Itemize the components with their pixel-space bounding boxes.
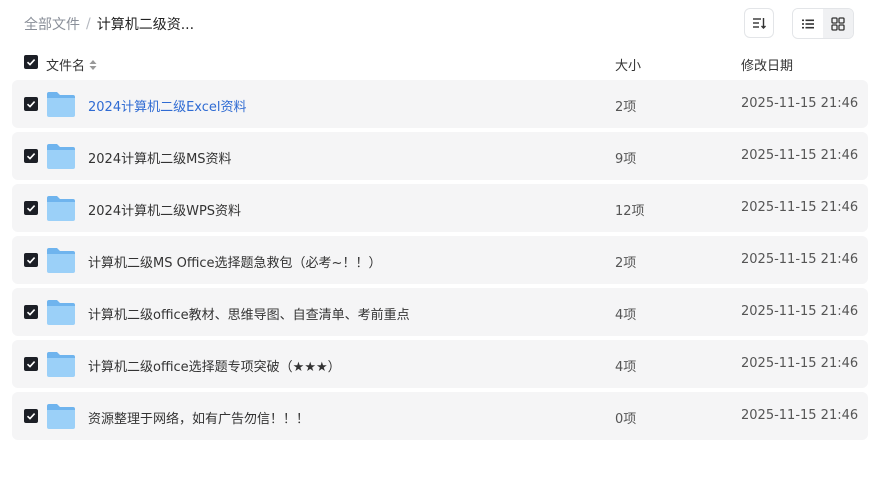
check-icon	[26, 205, 36, 212]
file-date: 2025-11-15 21:46	[741, 408, 859, 423]
breadcrumb-current: 计算机二级资...	[96, 17, 195, 33]
row-checkbox[interactable]	[24, 253, 38, 267]
file-size: 2项	[615, 100, 637, 115]
file-size: 12项	[615, 204, 645, 219]
file-name-link[interactable]: 计算机二级office教材、思维导图、自查清单、考前重点	[88, 304, 410, 323]
breadcrumb-root-link[interactable]: 全部文件	[24, 14, 80, 34]
table-row[interactable]: 计算机二级office选择题专项突破（★★★） 4项 2025-11-15 21…	[12, 340, 868, 388]
check-icon	[26, 309, 36, 316]
name-column-label: 文件名	[46, 59, 86, 74]
check-icon	[26, 59, 36, 66]
list-view-icon	[802, 19, 814, 28]
table-row[interactable]: 2024计算机二级MS资料 9项 2025-11-15 21:46	[12, 132, 868, 180]
file-size: 4项	[615, 308, 637, 323]
check-icon	[26, 361, 36, 368]
folder-icon	[47, 404, 75, 429]
sort-toggle-icon	[89, 59, 97, 70]
grid-view-button[interactable]	[823, 9, 853, 38]
file-size: 9项	[615, 152, 637, 167]
table-row[interactable]: 计算机二级MS Office选择题急救包（必考~！！） 2项 2025-11-1…	[12, 236, 868, 284]
table-row[interactable]: 资源整理于网络，如有广告勿信！！！ 0项 2025-11-15 21:46	[12, 392, 868, 440]
file-list: 2024计算机二级Excel资料 2项 2025-11-15 21:46 202…	[12, 80, 868, 444]
check-icon	[26, 413, 36, 420]
size-column-header: 大小	[615, 59, 642, 74]
file-date: 2025-11-15 21:46	[741, 252, 859, 267]
row-checkbox[interactable]	[24, 409, 38, 423]
row-checkbox[interactable]	[24, 149, 38, 163]
file-name-link[interactable]: 2024计算机二级WPS资料	[88, 200, 241, 219]
check-icon	[26, 101, 36, 108]
row-checkbox[interactable]	[24, 357, 38, 371]
breadcrumb: 全部文件 / 计算机二级资...	[24, 14, 194, 34]
check-icon	[26, 257, 36, 264]
folder-icon	[47, 92, 75, 117]
view-toggle	[792, 8, 854, 39]
select-all-checkbox[interactable]	[24, 55, 38, 69]
file-size: 4项	[615, 360, 637, 375]
file-size: 2项	[615, 256, 637, 271]
file-name-link[interactable]: 2024计算机二级Excel资料	[88, 96, 247, 115]
file-name-link[interactable]: 2024计算机二级MS资料	[88, 148, 232, 167]
check-icon	[26, 153, 36, 160]
row-checkbox[interactable]	[24, 201, 38, 215]
table-row[interactable]: 2024计算机二级WPS资料 12项 2025-11-15 21:46	[12, 184, 868, 232]
file-date: 2025-11-15 21:46	[741, 356, 859, 371]
folder-icon	[47, 300, 75, 325]
folder-icon	[47, 352, 75, 377]
row-checkbox[interactable]	[24, 305, 38, 319]
file-size: 0项	[615, 412, 637, 427]
file-list-header: 文件名 大小 修改日期	[12, 52, 868, 76]
breadcrumb-separator: /	[86, 16, 91, 32]
grid-view-icon	[831, 16, 845, 31]
folder-icon	[47, 144, 75, 169]
date-column-header: 修改日期	[741, 59, 794, 74]
sort-button[interactable]	[744, 8, 774, 38]
folder-icon	[47, 196, 75, 221]
file-date: 2025-11-15 21:46	[741, 96, 859, 111]
table-row[interactable]: 2024计算机二级Excel资料 2项 2025-11-15 21:46	[12, 80, 868, 128]
row-checkbox[interactable]	[24, 97, 38, 111]
name-column-header[interactable]: 文件名	[46, 55, 98, 74]
file-date: 2025-11-15 21:46	[741, 148, 859, 163]
file-date: 2025-11-15 21:46	[741, 200, 859, 215]
folder-icon	[47, 248, 75, 273]
sort-icon	[753, 18, 766, 29]
file-name-link[interactable]: 计算机二级office选择题专项突破（★★★）	[88, 356, 341, 375]
file-name-link[interactable]: 计算机二级MS Office选择题急救包（必考~！！）	[88, 252, 381, 271]
file-date: 2025-11-15 21:46	[741, 304, 859, 319]
list-view-button[interactable]	[793, 9, 823, 38]
table-row[interactable]: 计算机二级office教材、思维导图、自查清单、考前重点 4项 2025-11-…	[12, 288, 868, 336]
file-name-link[interactable]: 资源整理于网络，如有广告勿信！！！	[88, 408, 309, 427]
